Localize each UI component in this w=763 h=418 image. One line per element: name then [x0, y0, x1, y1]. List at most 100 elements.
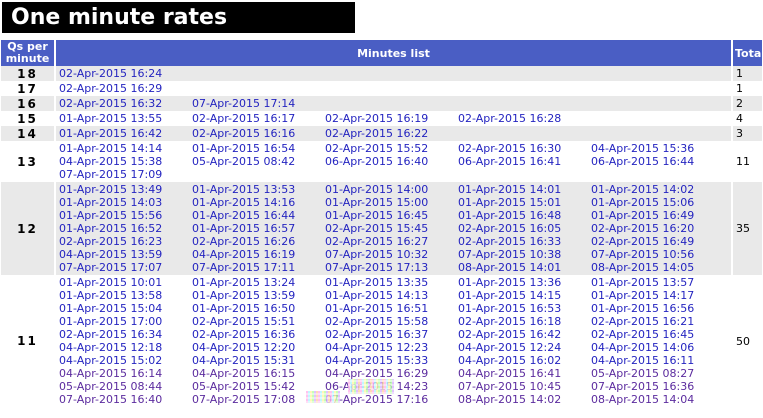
date-link[interactable]: 04-Apr-2015 15:36 [591, 142, 724, 155]
date-link[interactable]: 04-Apr-2015 12:20 [192, 341, 325, 354]
date-link[interactable]: 01-Apr-2015 16:50 [192, 302, 325, 315]
date-link[interactable]: 07-Apr-2015 16:40 [59, 393, 192, 406]
date-link[interactable]: 01-Apr-2015 13:36 [458, 276, 591, 289]
date-link[interactable]: 01-Apr-2015 13:24 [192, 276, 325, 289]
date-link[interactable]: 01-Apr-2015 13:58 [59, 289, 192, 302]
date-link[interactable]: 01-Apr-2015 16:45 [325, 209, 458, 222]
date-link[interactable]: 02-Apr-2015 16:36 [192, 328, 325, 341]
date-link[interactable]: 01-Apr-2015 13:57 [591, 276, 724, 289]
date-link[interactable]: 02-Apr-2015 16:28 [458, 112, 591, 125]
date-link[interactable]: 02-Apr-2015 16:21 [591, 315, 724, 328]
date-link[interactable]: 02-Apr-2015 16:49 [591, 235, 724, 248]
date-link[interactable]: 08-Apr-2015 14:02 [458, 393, 591, 406]
date-link[interactable]: 04-Apr-2015 16:41 [458, 367, 591, 380]
date-link[interactable]: 01-Apr-2015 14:01 [458, 183, 591, 196]
date-link[interactable]: 08-Apr-2015 14:01 [458, 261, 591, 274]
date-link[interactable]: 02-Apr-2015 16:16 [192, 127, 325, 140]
date-link[interactable]: 06-Apr-2015 14:23 [325, 380, 458, 393]
date-link[interactable]: 05-Apr-2015 08:44 [59, 380, 192, 393]
date-link[interactable]: 02-Apr-2015 16:45 [591, 328, 724, 341]
date-link[interactable]: 02-Apr-2015 16:18 [458, 315, 591, 328]
date-link[interactable]: 01-Apr-2015 14:16 [192, 196, 325, 209]
date-link[interactable]: 07-Apr-2015 17:13 [325, 261, 458, 274]
date-link[interactable]: 08-Apr-2015 14:05 [591, 261, 724, 274]
date-link[interactable]: 01-Apr-2015 13:55 [59, 112, 192, 125]
date-link[interactable]: 06-Apr-2015 16:44 [591, 155, 724, 168]
date-link[interactable]: 01-Apr-2015 15:04 [59, 302, 192, 315]
date-link[interactable]: 01-Apr-2015 13:59 [192, 289, 325, 302]
date-link[interactable]: 01-Apr-2015 13:53 [192, 183, 325, 196]
date-link[interactable]: 02-Apr-2015 16:24 [59, 67, 192, 80]
date-link[interactable]: 01-Apr-2015 15:00 [325, 196, 458, 209]
date-link[interactable]: 06-Apr-2015 16:40 [325, 155, 458, 168]
date-link[interactable]: 02-Apr-2015 15:58 [325, 315, 458, 328]
date-link[interactable]: 07-Apr-2015 10:38 [458, 248, 591, 261]
date-link[interactable]: 07-Apr-2015 17:07 [59, 261, 192, 274]
date-link[interactable]: 04-Apr-2015 12:24 [458, 341, 591, 354]
date-link[interactable]: 01-Apr-2015 16:49 [591, 209, 724, 222]
date-link[interactable]: 02-Apr-2015 15:52 [325, 142, 458, 155]
date-link[interactable]: 04-Apr-2015 16:11 [591, 354, 724, 367]
date-link[interactable]: 01-Apr-2015 13:49 [59, 183, 192, 196]
date-link[interactable]: 01-Apr-2015 16:42 [59, 127, 192, 140]
date-link[interactable]: 04-Apr-2015 15:38 [59, 155, 192, 168]
date-link[interactable]: 01-Apr-2015 14:17 [591, 289, 724, 302]
date-link[interactable]: 01-Apr-2015 16:52 [59, 222, 192, 235]
date-link[interactable]: 01-Apr-2015 10:01 [59, 276, 192, 289]
date-link[interactable]: 02-Apr-2015 16:26 [192, 235, 325, 248]
date-link[interactable]: 04-Apr-2015 15:31 [192, 354, 325, 367]
date-link[interactable]: 01-Apr-2015 16:44 [192, 209, 325, 222]
date-link[interactable]: 01-Apr-2015 16:53 [458, 302, 591, 315]
date-link[interactable]: 07-Apr-2015 10:56 [591, 248, 724, 261]
date-link[interactable]: 01-Apr-2015 15:06 [591, 196, 724, 209]
date-link[interactable]: 08-Apr-2015 14:04 [591, 393, 724, 406]
date-link[interactable]: 01-Apr-2015 16:57 [192, 222, 325, 235]
date-link[interactable]: 06-Apr-2015 16:41 [458, 155, 591, 168]
date-link[interactable]: 02-Apr-2015 16:42 [458, 328, 591, 341]
date-link[interactable]: 02-Apr-2015 16:19 [325, 112, 458, 125]
date-link[interactable]: 02-Apr-2015 16:22 [325, 127, 458, 140]
date-link[interactable]: 01-Apr-2015 14:00 [325, 183, 458, 196]
date-link[interactable]: 02-Apr-2015 16:37 [325, 328, 458, 341]
date-link[interactable]: 01-Apr-2015 16:51 [325, 302, 458, 315]
date-link[interactable]: 02-Apr-2015 16:23 [59, 235, 192, 248]
date-link[interactable]: 07-Apr-2015 16:36 [591, 380, 724, 393]
date-link[interactable]: 02-Apr-2015 16:33 [458, 235, 591, 248]
date-link[interactable]: 01-Apr-2015 17:00 [59, 315, 192, 328]
date-link[interactable]: 01-Apr-2015 16:56 [591, 302, 724, 315]
date-link[interactable]: 02-Apr-2015 16:05 [458, 222, 591, 235]
date-link[interactable]: 07-Apr-2015 17:14 [192, 97, 325, 110]
date-link[interactable]: 07-Apr-2015 17:16 [325, 393, 458, 406]
date-link[interactable]: 07-Apr-2015 17:08 [192, 393, 325, 406]
date-link[interactable]: 01-Apr-2015 16:48 [458, 209, 591, 222]
date-link[interactable]: 01-Apr-2015 14:13 [325, 289, 458, 302]
date-link[interactable]: 02-Apr-2015 16:17 [192, 112, 325, 125]
date-link[interactable]: 04-Apr-2015 16:15 [192, 367, 325, 380]
date-link[interactable]: 05-Apr-2015 08:27 [591, 367, 724, 380]
date-link[interactable]: 01-Apr-2015 15:01 [458, 196, 591, 209]
date-link[interactable]: 04-Apr-2015 16:29 [325, 367, 458, 380]
date-link[interactable]: 02-Apr-2015 16:20 [591, 222, 724, 235]
date-link[interactable]: 07-Apr-2015 10:45 [458, 380, 591, 393]
date-link[interactable]: 02-Apr-2015 16:30 [458, 142, 591, 155]
date-link[interactable]: 02-Apr-2015 16:27 [325, 235, 458, 248]
date-link[interactable]: 04-Apr-2015 14:06 [591, 341, 724, 354]
date-link[interactable]: 02-Apr-2015 15:45 [325, 222, 458, 235]
date-link[interactable]: 01-Apr-2015 14:03 [59, 196, 192, 209]
date-link[interactable]: 04-Apr-2015 12:23 [325, 341, 458, 354]
date-link[interactable]: 04-Apr-2015 16:14 [59, 367, 192, 380]
date-link[interactable]: 01-Apr-2015 14:02 [591, 183, 724, 196]
date-link[interactable]: 04-Apr-2015 15:02 [59, 354, 192, 367]
date-link[interactable]: 07-Apr-2015 17:11 [192, 261, 325, 274]
date-link[interactable]: 02-Apr-2015 15:51 [192, 315, 325, 328]
date-link[interactable]: 04-Apr-2015 13:59 [59, 248, 192, 261]
date-link[interactable]: 01-Apr-2015 14:14 [59, 142, 192, 155]
date-link[interactable]: 01-Apr-2015 16:54 [192, 142, 325, 155]
date-link[interactable]: 04-Apr-2015 16:19 [192, 248, 325, 261]
date-link[interactable]: 04-Apr-2015 15:33 [325, 354, 458, 367]
date-link[interactable]: 01-Apr-2015 13:35 [325, 276, 458, 289]
date-link[interactable]: 07-Apr-2015 17:09 [59, 168, 192, 181]
date-link[interactable]: 01-Apr-2015 14:15 [458, 289, 591, 302]
date-link[interactable]: 02-Apr-2015 16:34 [59, 328, 192, 341]
date-link[interactable]: 05-Apr-2015 15:42 [192, 380, 325, 393]
